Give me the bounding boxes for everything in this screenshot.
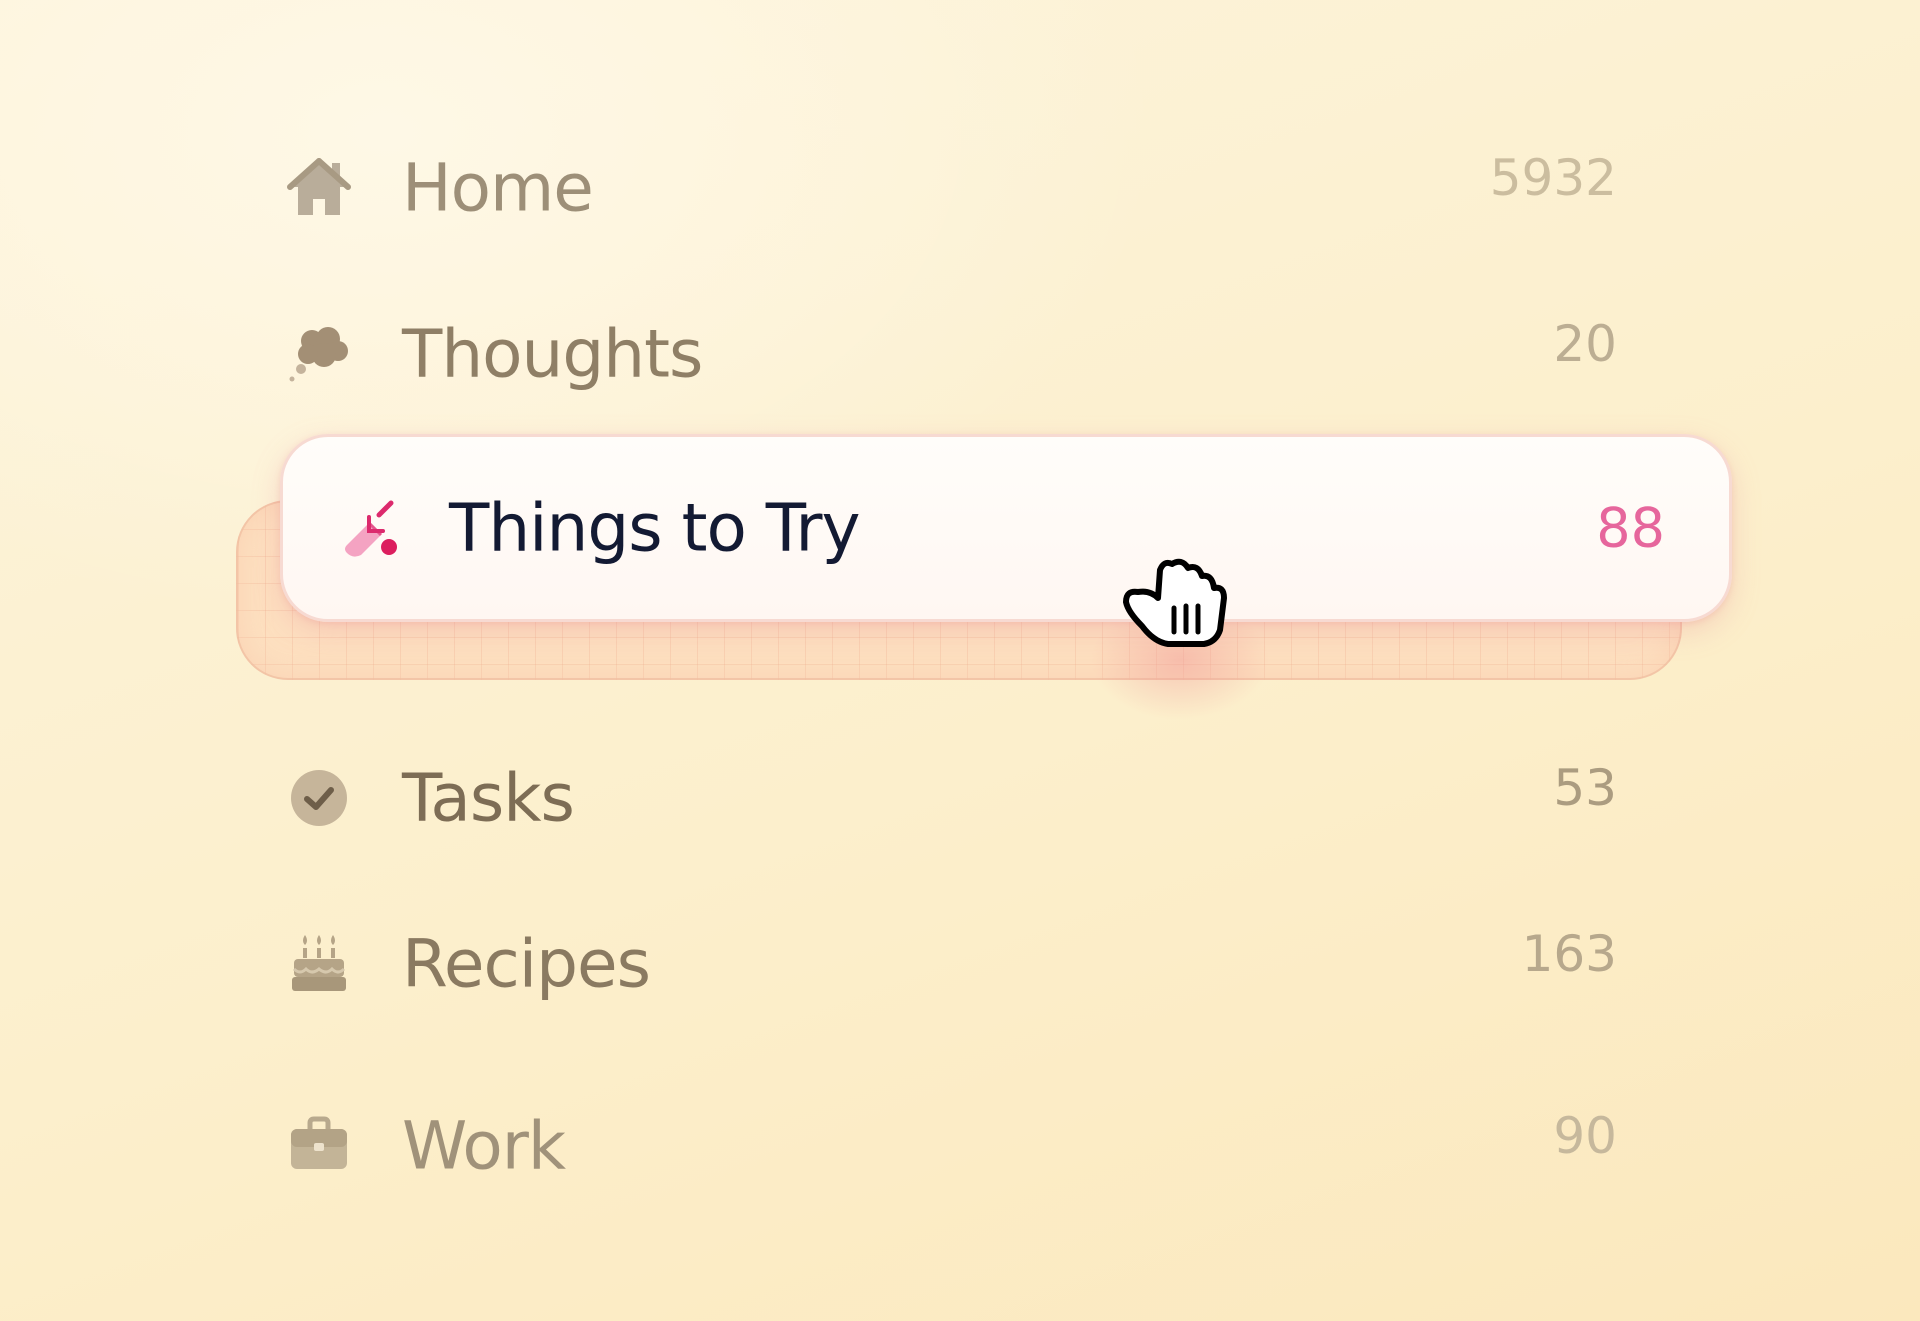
sidebar-item-label: Things to Try [449,489,861,567]
sidebar-item-label: Work [402,1107,566,1185]
grab-hand-cursor-icon [1120,546,1236,652]
sidebar-item-count: 5932 [1489,149,1617,207]
sidebar-item-label: Thoughts [402,315,703,393]
sidebar-item-label: Recipes [402,925,651,1003]
sidebar-item-count: 20 [1553,315,1617,373]
wand-icon [339,495,405,561]
sidebar-item-thoughts[interactable]: Thoughts 20 [282,294,1617,414]
sidebar-item-count: 163 [1521,925,1617,983]
sidebar-item-label: Tasks [402,759,575,837]
home-icon [286,155,352,221]
sidebar-item-recipes[interactable]: Recipes 163 [282,904,1617,1024]
sidebar-item-things-to-try[interactable]: Things to Try 88 [280,434,1732,622]
sidebar-item-tasks[interactable]: Tasks 53 [282,738,1617,858]
cake-icon [286,931,352,997]
sidebar-item-label: Home [402,149,594,227]
sidebar-item-work[interactable]: Work 90 [282,1086,1617,1206]
sidebar-item-home[interactable]: Home 5932 [282,128,1617,248]
thought-bubble-icon [286,321,352,387]
sidebar-item-count: 53 [1553,759,1617,817]
sidebar-item-count: 88 [1596,496,1665,560]
briefcase-icon [286,1113,352,1179]
checkmark-circle-icon [286,765,352,831]
sidebar-item-count: 90 [1553,1107,1617,1165]
